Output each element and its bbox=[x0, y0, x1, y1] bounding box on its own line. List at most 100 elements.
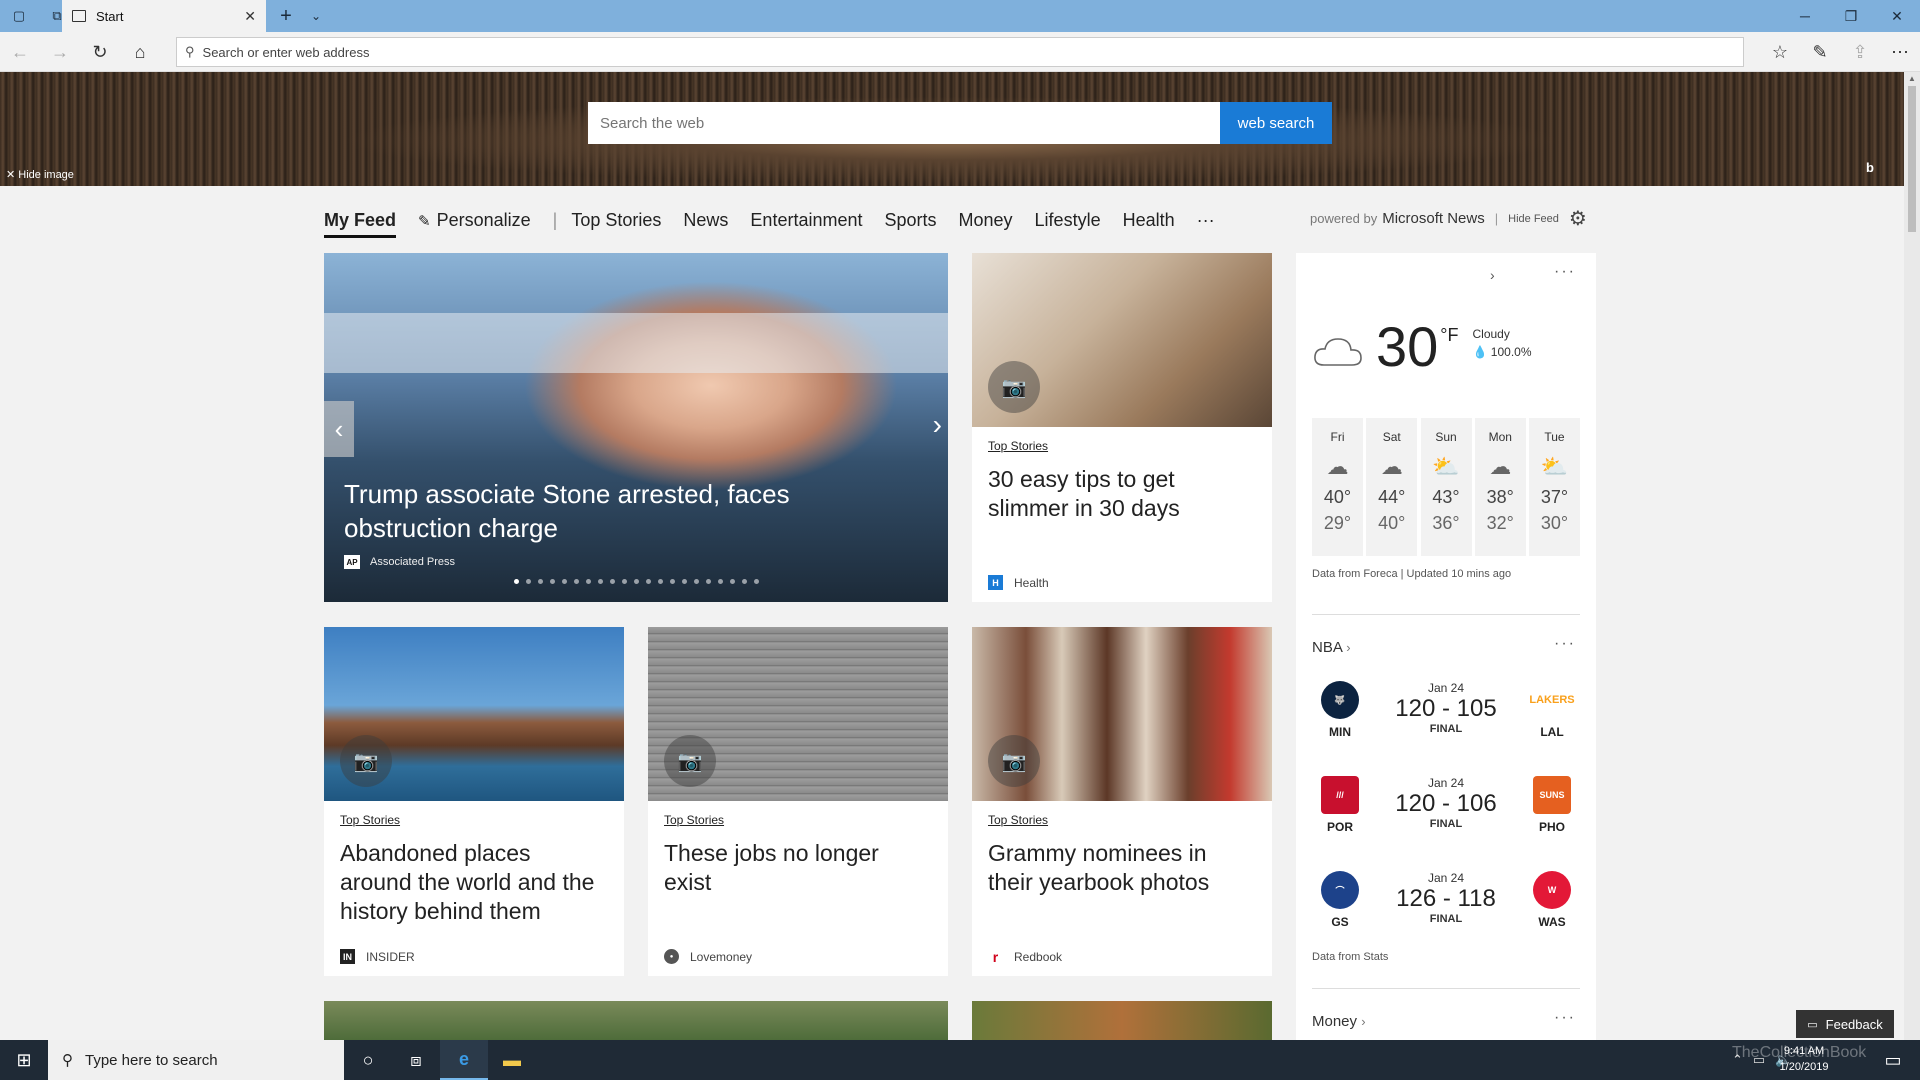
carousel-dot[interactable] bbox=[670, 579, 675, 584]
carousel-dot[interactable] bbox=[574, 579, 579, 584]
nba-more-options[interactable]: ··· bbox=[1554, 635, 1576, 653]
forecast-day[interactable]: Tue ⛅ 37° 30° bbox=[1529, 418, 1580, 556]
tab-health[interactable]: Health bbox=[1123, 210, 1175, 231]
carousel-dot[interactable] bbox=[706, 579, 711, 584]
card-headline[interactable]: 30 easy tips to get slimmer in 30 days bbox=[988, 465, 1256, 523]
scrollbar-thumb[interactable] bbox=[1908, 86, 1916, 232]
carousel-dots[interactable] bbox=[514, 579, 766, 584]
bing-logo-icon[interactable]: b bbox=[1866, 160, 1874, 175]
favorites-icon[interactable]: ☆ bbox=[1760, 32, 1800, 72]
notifications-icon[interactable]: ▭ bbox=[1866, 1040, 1920, 1080]
carousel-dot[interactable] bbox=[754, 579, 759, 584]
feedback-button[interactable]: ▭ Feedback bbox=[1796, 1010, 1894, 1038]
carousel-dot[interactable] bbox=[610, 579, 615, 584]
scroll-up-icon[interactable]: ▲ bbox=[1908, 74, 1916, 83]
back-button[interactable]: ← bbox=[0, 32, 40, 72]
close-tab-icon[interactable]: ✕ bbox=[244, 8, 256, 25]
windows-start-icon[interactable]: ⊞ bbox=[0, 1040, 48, 1080]
share-icon[interactable]: ⇪ bbox=[1840, 32, 1880, 72]
tab-lifestyle[interactable]: Lifestyle bbox=[1035, 210, 1101, 231]
card-category[interactable]: Top Stories bbox=[340, 813, 400, 827]
temperature-unit[interactable]: °F bbox=[1440, 325, 1458, 346]
card-category[interactable]: Top Stories bbox=[988, 813, 1048, 827]
carousel-dot[interactable] bbox=[526, 579, 531, 584]
carousel-dot[interactable] bbox=[586, 579, 591, 584]
web-search-button[interactable]: web search bbox=[1220, 102, 1332, 144]
tab-start[interactable]: Start ✕ bbox=[62, 0, 266, 32]
new-tab-button[interactable]: + bbox=[270, 0, 302, 32]
card-headline[interactable]: These jobs no longer exist bbox=[664, 839, 932, 897]
news-card-partial[interactable] bbox=[324, 1001, 948, 1040]
forecast-day[interactable]: Sat ☁ 44° 40° bbox=[1366, 418, 1418, 556]
carousel-dot[interactable] bbox=[514, 579, 519, 584]
microsoft-news-link[interactable]: Microsoft News bbox=[1382, 210, 1485, 227]
weather-data-note[interactable]: Data from Foreca | Updated 10 mins ago bbox=[1312, 568, 1511, 580]
web-search-input[interactable] bbox=[588, 102, 1220, 144]
news-card-partial[interactable] bbox=[972, 1001, 1272, 1040]
minimize-button[interactable]: ─ bbox=[1782, 0, 1828, 32]
news-card-grammy[interactable]: 📷 Top Stories Grammy nominees in their y… bbox=[972, 627, 1272, 976]
carousel-dot[interactable] bbox=[694, 579, 699, 584]
carousel-dot[interactable] bbox=[658, 579, 663, 584]
close-window-button[interactable]: ✕ bbox=[1874, 0, 1920, 32]
gear-icon[interactable]: ⚙ bbox=[1569, 206, 1587, 231]
address-bar[interactable]: ⚲ Search or enter web address bbox=[176, 37, 1744, 67]
refresh-button[interactable]: ↻ bbox=[80, 32, 120, 72]
card-headline[interactable]: Grammy nominees in their yearbook photos bbox=[988, 839, 1256, 897]
more-options-icon[interactable]: ⋯ bbox=[1880, 32, 1920, 72]
card-category[interactable]: Top Stories bbox=[664, 813, 724, 827]
carousel-dot[interactable] bbox=[538, 579, 543, 584]
cortana-icon[interactable]: ○ bbox=[344, 1040, 392, 1080]
tab-manager-icon[interactable]: ▢ bbox=[0, 0, 38, 32]
pen-icon[interactable]: ✎ bbox=[1800, 32, 1840, 72]
carousel-next-button[interactable]: › bbox=[933, 409, 942, 441]
more-categories-button[interactable]: ··· bbox=[1197, 210, 1215, 231]
home-button[interactable]: ⌂ bbox=[120, 32, 160, 72]
carousel-dot[interactable] bbox=[562, 579, 567, 584]
card-category[interactable]: Top Stories bbox=[988, 439, 1048, 453]
carousel-dot[interactable] bbox=[622, 579, 627, 584]
forecast-day[interactable]: Sun ⛅ 43° 36° bbox=[1420, 418, 1472, 556]
card-headline[interactable]: Abandoned places around the world and th… bbox=[340, 839, 608, 926]
tab-personalize[interactable]: ✎ Personalize bbox=[418, 210, 531, 231]
maximize-button[interactable]: ❐ bbox=[1828, 0, 1874, 32]
tab-money[interactable]: Money bbox=[959, 210, 1013, 231]
carousel-prev-button[interactable]: ‹ bbox=[324, 401, 354, 457]
hide-feed-link[interactable]: Hide Feed bbox=[1508, 213, 1559, 225]
forward-button[interactable]: → bbox=[40, 32, 80, 72]
money-section-title[interactable]: Money › bbox=[1312, 1013, 1366, 1030]
carousel-dot[interactable] bbox=[598, 579, 603, 584]
carousel-dot[interactable] bbox=[730, 579, 735, 584]
carousel-dot[interactable] bbox=[718, 579, 723, 584]
carousel-dot[interactable] bbox=[646, 579, 651, 584]
carousel-card[interactable]: ‹ › Trump associate Stone arrested, face… bbox=[324, 253, 948, 602]
tab-my-feed[interactable]: My Feed bbox=[324, 210, 397, 238]
nba-game[interactable]: /// POR Jan 24 120 - 106 FINAL SUNS PHO bbox=[1312, 776, 1580, 848]
carousel-dot[interactable] bbox=[634, 579, 639, 584]
tab-sports[interactable]: Sports bbox=[884, 210, 936, 231]
carousel-headline[interactable]: Trump associate Stone arrested, faces ob… bbox=[344, 477, 864, 545]
carousel-dot[interactable] bbox=[742, 579, 747, 584]
money-more-options[interactable]: ··· bbox=[1554, 1009, 1576, 1027]
forecast-day[interactable]: Fri ☁ 40° 29° bbox=[1312, 418, 1363, 556]
edge-browser-icon[interactable]: e bbox=[440, 1040, 488, 1080]
carousel-dot[interactable] bbox=[682, 579, 687, 584]
news-card-jobs[interactable]: 📷 Top Stories These jobs no longer exist… bbox=[648, 627, 948, 976]
news-card-abandoned[interactable]: 📷 Top Stories Abandoned places around th… bbox=[324, 627, 624, 976]
tab-news[interactable]: News bbox=[683, 210, 728, 231]
nba-section-title[interactable]: NBA › bbox=[1312, 639, 1351, 656]
tab-entertainment[interactable]: Entertainment bbox=[750, 210, 862, 231]
file-explorer-icon[interactable]: ▬ bbox=[488, 1040, 536, 1080]
tab-top-stories[interactable]: Top Stories bbox=[571, 210, 661, 231]
task-view-icon[interactable]: ⧈ bbox=[392, 1040, 440, 1080]
chevron-down-icon[interactable]: ⌄ bbox=[300, 0, 332, 32]
taskbar-search-box[interactable]: ⚲ Type here to search bbox=[48, 1040, 344, 1080]
carousel-dot[interactable] bbox=[550, 579, 555, 584]
nba-data-note[interactable]: Data from Stats bbox=[1312, 951, 1388, 963]
nba-game[interactable]: 🐺 MIN Jan 24 120 - 105 FINAL LAKERS LAL bbox=[1312, 681, 1580, 753]
hide-image-link[interactable]: ✕ Hide image bbox=[6, 168, 74, 181]
chevron-right-icon[interactable]: › bbox=[1490, 267, 1497, 283]
page-scrollbar[interactable]: ▲ bbox=[1904, 72, 1920, 1040]
weather-current[interactable]: 30 °F Cloudy 💧 100.0% bbox=[1312, 317, 1532, 377]
weather-more-options[interactable]: ··· bbox=[1554, 263, 1576, 281]
